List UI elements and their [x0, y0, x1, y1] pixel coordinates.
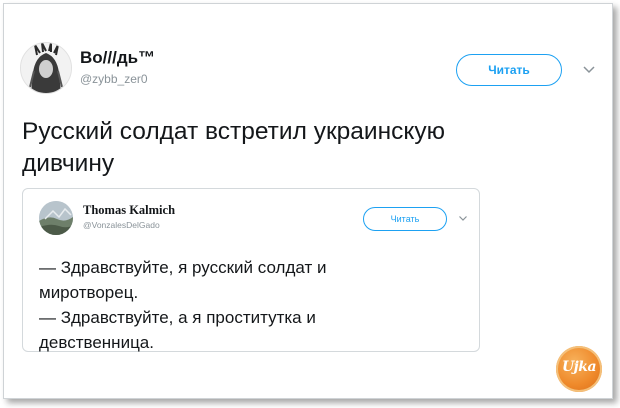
- quoted-text-line: — Здравствуйте, я русский солдат и: [39, 258, 327, 277]
- chevron-down-icon[interactable]: [582, 62, 596, 76]
- chevron-down-icon[interactable]: [458, 213, 468, 223]
- avatar-icon: [39, 201, 73, 235]
- watermark-logo: Ujka: [556, 346, 602, 392]
- quoted-author-name[interactable]: Thomas Kalmich: [83, 203, 175, 218]
- quoted-text-line: миротворец.: [39, 283, 139, 302]
- watermark-text: Ujka: [561, 359, 597, 375]
- quoted-follow-button[interactable]: Читать: [363, 207, 447, 231]
- quoted-text-line: девственница.: [39, 333, 154, 352]
- quoted-tweet-text: — Здравствуйте, я русский солдат и мирот…: [39, 255, 469, 355]
- tweet-text-line: дивчину: [22, 150, 115, 177]
- quoted-author-avatar[interactable]: [39, 201, 73, 235]
- author-handle[interactable]: @zybb_zer0: [80, 72, 148, 86]
- quoted-text-line: — Здравствуйте, а я проститутка и: [39, 308, 316, 327]
- quoted-tweet[interactable]: Thomas Kalmich @VonzalesDelGado Читать —…: [22, 188, 480, 352]
- follow-button[interactable]: Читать: [456, 54, 562, 86]
- author-name[interactable]: Bo///дь™: [80, 48, 155, 68]
- tweet-text-line: Русский солдат встретил украинскую: [22, 118, 445, 145]
- avatar-icon: [21, 43, 71, 93]
- author-avatar[interactable]: [20, 42, 72, 94]
- tweet: Bo///дь™ @zybb_zer0 Читать Русский солда…: [18, 38, 608, 388]
- quoted-author-handle[interactable]: @VonzalesDelGado: [83, 220, 160, 230]
- tweet-text: Русский солдат встретил украинскую дивчи…: [22, 116, 582, 180]
